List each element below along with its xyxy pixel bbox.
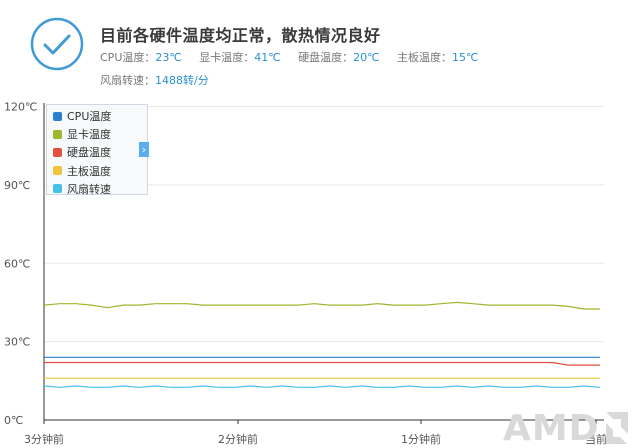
legend-label: CPU温度 [67,110,112,123]
x-tick-label: 1分钟前 [401,432,441,446]
chevron-right-icon[interactable]: › [139,142,149,157]
series-line-风扇转速 [43,385,601,388]
x-tick-label: 2分钟前 [218,432,258,446]
y-tick-label: 60℃ [4,257,30,270]
legend-label: 风扇转速 [67,182,111,196]
legend-swatch [53,129,62,139]
legend-item[interactable]: 硬盘温度 [53,143,111,161]
temperature-chart: 0℃30℃60℃90℃120℃3分钟前 2分钟前 1分钟前 当前 [4,101,607,447]
y-tick-label: 0℃ [4,414,23,427]
legend-item[interactable]: CPU温度 [53,107,111,125]
legend-item[interactable]: 主板温度 [53,162,111,180]
legend-swatch [53,184,62,194]
legend-label: 显卡温度 [67,128,111,142]
legend-swatch [53,166,62,176]
series-line-显卡温度 [43,301,600,310]
legend-item[interactable]: 显卡温度 [53,125,111,143]
legend-item[interactable]: 风扇转速 [53,180,111,198]
amd-logo: AMD [503,408,628,446]
legend-label: 硬盘温度 [67,146,111,160]
y-tick-label: 120℃ [4,101,37,114]
y-tick-label: 30℃ [4,336,30,349]
legend-swatch [53,147,62,157]
legend-swatch [53,111,62,121]
x-tick-label: 3分钟前 [24,432,64,446]
svg-text:AMD: AMD [503,408,600,446]
legend-label: 主板温度 [67,164,111,178]
chart-legend: CPU温度显卡温度硬盘温度主板温度风扇转速 [46,104,148,198]
series-line-硬盘温度 [44,361,600,366]
y-tick-label: 90℃ [4,179,30,192]
